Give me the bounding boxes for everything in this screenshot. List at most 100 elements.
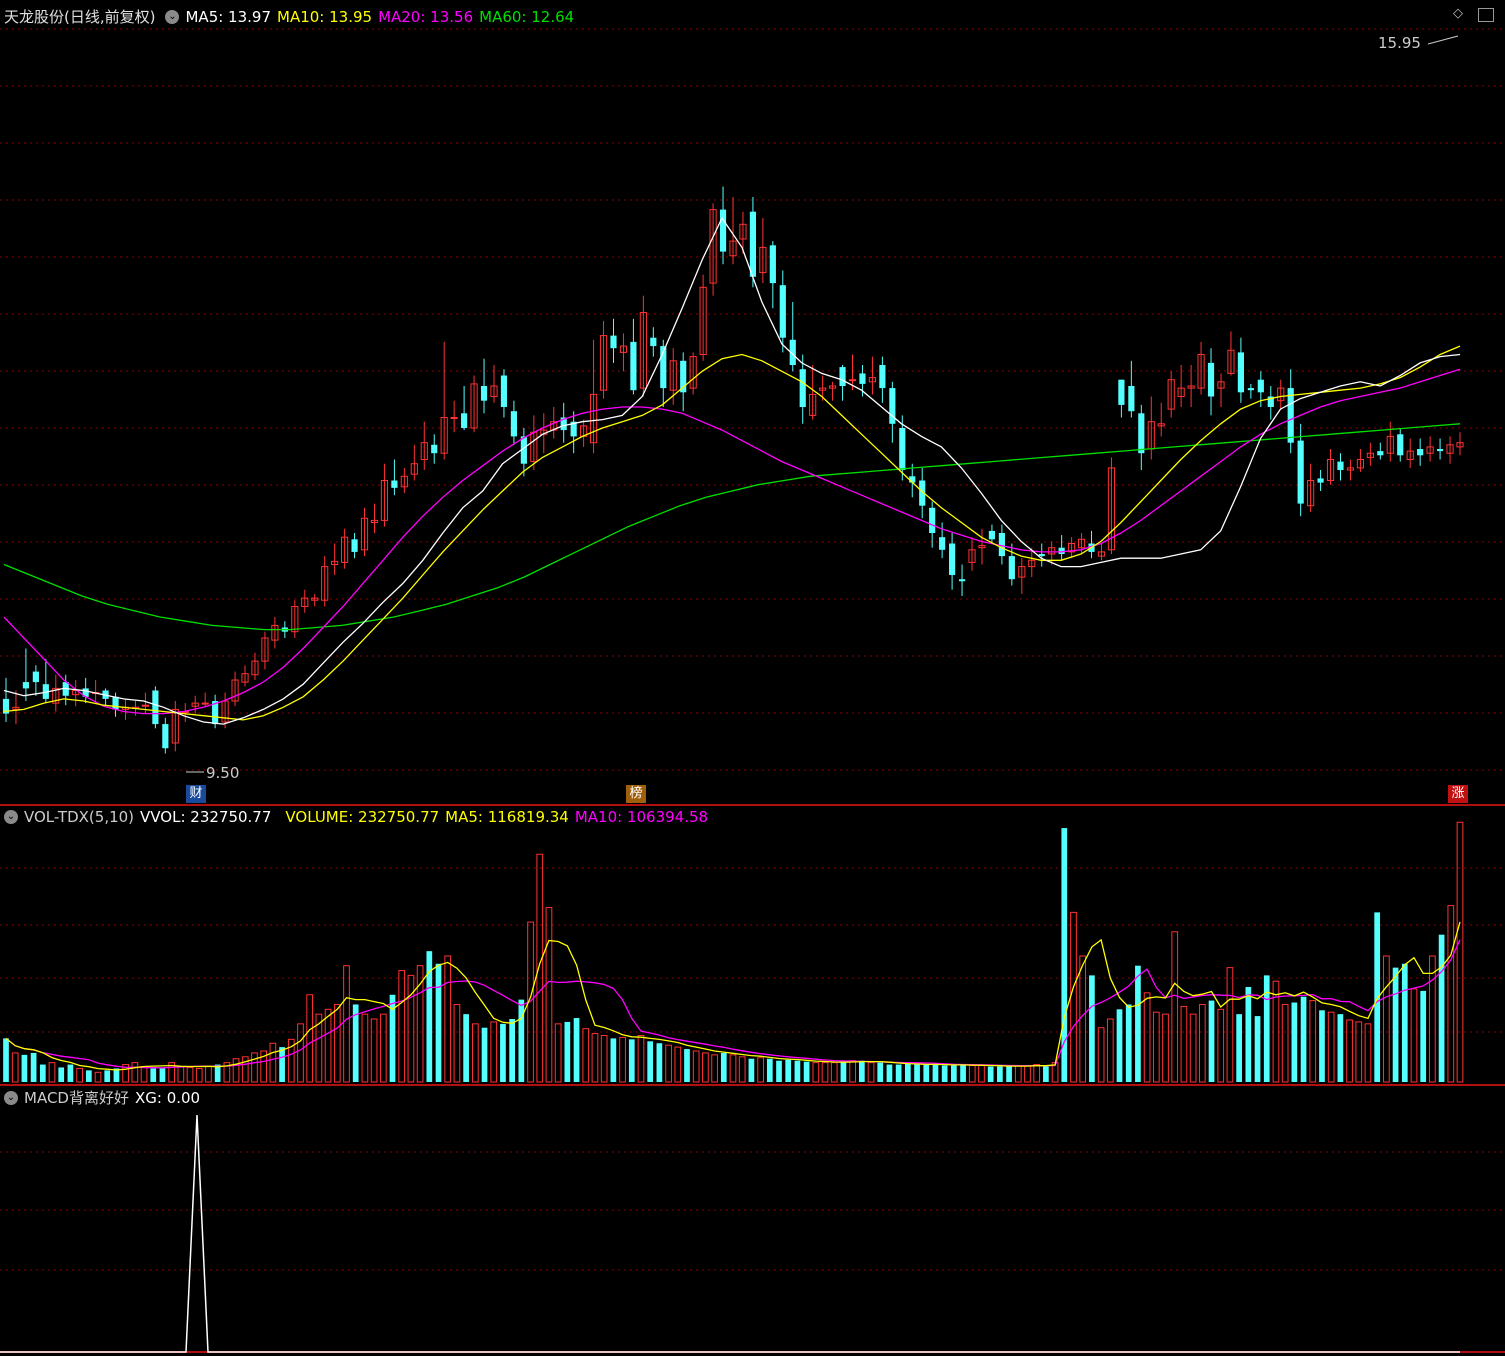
volume-bar-down	[656, 1043, 663, 1082]
volume-bar-up	[407, 974, 415, 1083]
volume-bar-up	[757, 1057, 764, 1083]
volume-bar-down	[500, 1023, 506, 1082]
candle-body-down	[859, 373, 866, 384]
volume-bar-down	[960, 1064, 966, 1082]
volume-bar-down	[914, 1064, 920, 1082]
volume-bar-up	[536, 853, 544, 1083]
volume-bar-up	[1281, 1003, 1289, 1083]
volume-bar-up	[1014, 1065, 1022, 1083]
volume-bar-up	[1070, 911, 1077, 1083]
volume-bar-up	[1171, 931, 1179, 1083]
volume-bar-up	[1226, 967, 1234, 1083]
volume-bar-up	[76, 1067, 83, 1083]
finance-tag[interactable]: 财	[186, 785, 206, 803]
ma10-line	[3, 345, 1461, 721]
candle-body-down	[929, 507, 936, 533]
volume-bar-down	[684, 1049, 690, 1082]
volume-bar-down	[573, 1018, 580, 1082]
candle-body-down	[1337, 461, 1344, 470]
volume-bar-down	[895, 1064, 902, 1082]
candle-body-down	[650, 337, 657, 347]
volume-bar-down	[840, 1061, 847, 1082]
volume-bar-down	[1374, 912, 1381, 1082]
candle-body-down	[1038, 554, 1045, 557]
volume-bar-up	[1189, 1013, 1197, 1083]
volume-bar-up	[821, 1062, 829, 1083]
candle-body-down	[988, 530, 996, 540]
volume-bar-up	[1162, 1013, 1169, 1083]
volume-bar-down	[1401, 963, 1408, 1082]
volume-bar-up	[1429, 955, 1436, 1083]
volume-bar-up	[195, 1067, 203, 1083]
volume-bar-up	[343, 965, 350, 1083]
volume-bar-down	[776, 1060, 782, 1082]
volume-bar-up	[545, 907, 553, 1083]
candle-body-down	[162, 724, 169, 749]
candle-body-down	[1237, 352, 1244, 393]
volume-bar-down	[1420, 990, 1427, 1082]
volume-bar-down	[1245, 987, 1252, 1082]
volume-bar-down	[1291, 1002, 1298, 1082]
candle-body-down	[1118, 379, 1125, 405]
volume-bar-up	[11, 1052, 19, 1083]
candle-body-down	[1008, 556, 1015, 580]
volume-bar-down	[785, 1059, 792, 1082]
candle-body-down	[769, 245, 776, 284]
low-price-label: 9.50	[206, 764, 240, 782]
volume-bar-down	[1089, 975, 1095, 1082]
volume-bar-down	[481, 1027, 488, 1082]
candle-body-down	[500, 375, 508, 407]
volume-bar-up	[306, 994, 314, 1083]
candle-body-down	[779, 285, 786, 338]
volume-bar-up	[370, 1018, 378, 1083]
volume-bar-up	[324, 1008, 332, 1083]
candle-body-down	[958, 579, 966, 582]
volume-bar-up	[1346, 1019, 1353, 1083]
volume-bar-up	[453, 1003, 461, 1083]
candle-body-up	[450, 417, 458, 419]
volume-bar-up	[692, 1050, 700, 1083]
volume-bar-up	[867, 1062, 875, 1083]
volume-bar-down	[748, 1058, 755, 1082]
chart-canvas[interactable]	[0, 0, 1505, 1356]
volume-bar-up	[1079, 955, 1087, 1083]
candle-body-down	[431, 444, 438, 454]
candle-body-down	[1138, 413, 1145, 454]
volume-bar-down	[104, 1070, 111, 1082]
volume-bar-up	[297, 1023, 304, 1083]
volume-bar-up	[177, 1065, 185, 1083]
volume-bar-down	[932, 1064, 939, 1082]
candle-body-down	[1317, 478, 1324, 483]
volume-bar-down	[1125, 1004, 1132, 1082]
volume-bar-down	[1337, 1014, 1344, 1082]
volume-bar-down	[1300, 996, 1307, 1082]
limit-up-tag[interactable]: 涨	[1448, 785, 1468, 803]
ma20-line	[3, 368, 1461, 715]
volume-bar-up	[140, 1065, 148, 1083]
volume-bar-down	[647, 1041, 654, 1082]
volume-bar-up	[738, 1056, 746, 1083]
candle-body-down	[480, 386, 488, 401]
ranking-tag[interactable]: 榜	[626, 785, 646, 803]
volume-bar-down	[1254, 1016, 1261, 1082]
volume-bar-up	[729, 1054, 737, 1083]
volume-bar-down	[803, 1061, 810, 1082]
volume-bar-up	[1355, 1021, 1363, 1083]
volume-bar-up	[1456, 821, 1464, 1083]
high-arrow	[1427, 35, 1459, 45]
volume-bar-down	[518, 999, 525, 1082]
candle-body-down	[610, 335, 617, 349]
volume-bar-up	[1033, 1064, 1041, 1083]
candle-body-down	[719, 209, 727, 252]
volume-bar-down	[1263, 975, 1270, 1082]
candle-body-down	[22, 682, 30, 689]
candle-body-down	[510, 411, 517, 437]
volume-bar-down	[1135, 965, 1141, 1082]
volume-bar-up	[94, 1071, 102, 1083]
candle-body-down	[949, 543, 956, 575]
volume-bar-up	[444, 955, 452, 1083]
volume-bar-up	[471, 1023, 479, 1083]
volume-bar-down	[766, 1058, 773, 1082]
candle-body-down	[899, 428, 906, 470]
volume-bar-up	[131, 1062, 139, 1083]
